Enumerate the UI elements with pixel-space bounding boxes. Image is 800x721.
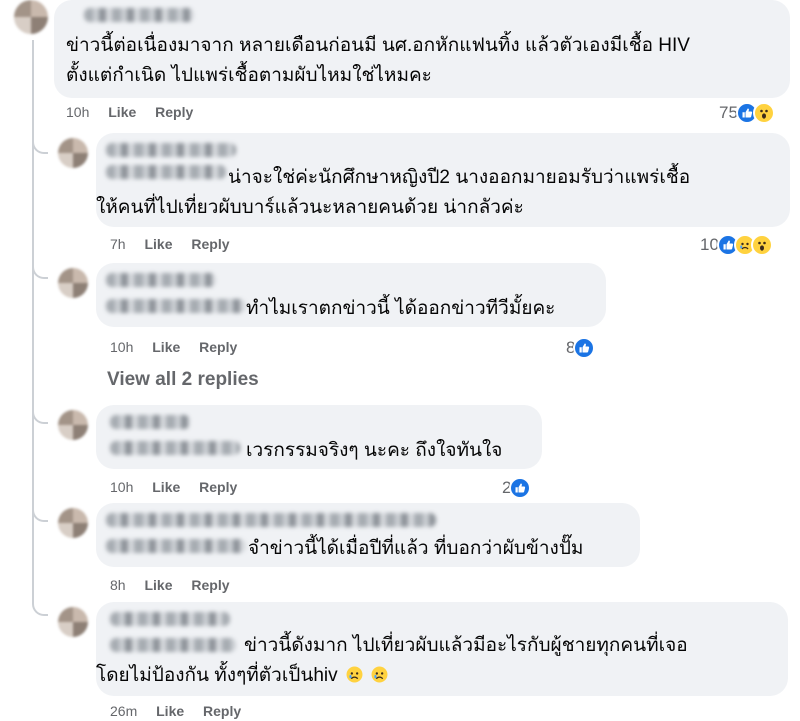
like-button[interactable]: Like <box>152 339 180 355</box>
reply-button[interactable]: Reply <box>203 703 241 719</box>
comment-text-line: ให้คนที่ไปเที่ยวผับบาร์แล้วนะหลายคนด้วย … <box>96 197 524 218</box>
comment-text-line: ข่าวนี้ดังมาก ไปเที่ยวผับแล้วมีอะไรกับผู… <box>244 635 688 656</box>
comment-actions: 10h Like Reply <box>110 479 252 495</box>
author-name-blurred[interactable] <box>84 8 194 22</box>
author-name-blurred[interactable] <box>106 165 226 179</box>
comment-time[interactable]: 7h <box>110 236 126 252</box>
thread-branch <box>32 255 48 279</box>
author-name-blurred[interactable] <box>106 143 236 157</box>
avatar[interactable] <box>58 268 88 298</box>
comment-text-line: ตั้งแต่กำเนิด ไปแพร่เชื้อตามผับไหมใช่ไหม… <box>66 65 432 86</box>
avatar[interactable] <box>58 508 88 538</box>
comment-bubble: น่าจะใช่ค่ะนักศึกษาหญิงปี2 นางออกมายอมรั… <box>96 133 790 227</box>
thread-branch <box>32 130 48 154</box>
reply-button[interactable]: Reply <box>199 339 237 355</box>
sad-face-emoji-icon <box>371 666 388 683</box>
reaction-summary[interactable]: 8 <box>566 336 596 360</box>
reply-button[interactable]: Reply <box>191 236 229 252</box>
comment-bubble: จำข่าวนี้ได้เมื่อปีที่แล้ว ที่บอกว่าผับข… <box>96 503 640 567</box>
comment-actions: 8h Like Reply <box>110 577 245 593</box>
like-button[interactable]: Like <box>108 104 136 120</box>
author-name-blurred[interactable] <box>106 299 246 313</box>
comment-time[interactable]: 10h <box>110 479 133 495</box>
comment-text-line: เวรกรรมจริงๆ นะคะ ถึงใจทันใจ <box>246 440 503 461</box>
comment-bubble: ทำไมเราตกข่าวนี้ ได้ออกข่าวทีวีมั้ยคะ <box>96 263 606 327</box>
reply-button[interactable]: Reply <box>199 479 237 495</box>
like-button[interactable]: Like <box>144 577 172 593</box>
comment-text-line: น่าจะใช่ค่ะนักศึกษาหญิงปี2 นางออกมายอมรั… <box>228 167 691 188</box>
thread-branch <box>32 498 48 522</box>
wow-reaction-icon <box>750 234 773 256</box>
author-name-blurred[interactable] <box>106 539 246 553</box>
author-name-blurred[interactable] <box>110 612 230 626</box>
thread-branch <box>32 592 48 616</box>
view-all-replies-link[interactable]: View all 2 replies <box>107 369 259 391</box>
like-button[interactable]: Like <box>144 236 172 252</box>
comment-text: โดยไม่ป้องกัน ทั้งๆที่ตัวเป็นhiv <box>96 665 338 686</box>
comment-text-line: จำข่าวนี้ได้เมื่อปีที่แล้ว ที่บอกว่าผับข… <box>248 538 584 559</box>
author-name-blurred[interactable] <box>110 638 236 652</box>
like-reaction-icon <box>573 337 596 359</box>
comment-bubble: เวรกรรมจริงๆ นะคะ ถึงใจทันใจ <box>96 405 542 469</box>
author-name-blurred[interactable] <box>106 273 216 287</box>
comment-actions: 26m Like Reply <box>110 703 256 719</box>
author-name-blurred[interactable] <box>110 415 190 429</box>
author-name-blurred[interactable] <box>110 441 240 455</box>
avatar[interactable] <box>58 410 88 440</box>
reaction-summary[interactable]: 10 <box>700 233 773 257</box>
avatar[interactable] <box>58 138 88 168</box>
like-button[interactable]: Like <box>152 479 180 495</box>
comment-text-line: ทำไมเราตกข่าวนี้ ได้ออกข่าวทีวีมั้ยคะ <box>246 298 556 319</box>
comment-text-line-with-emoji: โดยไม่ป้องกัน ทั้งๆที่ตัวเป็นhiv <box>96 660 388 691</box>
comment-time[interactable]: 10h <box>66 104 89 120</box>
thread-branch <box>32 400 48 424</box>
comment-actions: 7h Like Reply <box>110 236 245 252</box>
avatar[interactable] <box>58 607 88 637</box>
avatar[interactable] <box>14 0 48 34</box>
like-reaction-icon <box>509 477 532 499</box>
comment-bubble: ข่าวนี้ดังมาก ไปเที่ยวผับแล้วมีอะไรกับผู… <box>96 602 788 696</box>
comment-actions: 10h Like Reply <box>66 104 208 120</box>
comment-time[interactable]: 8h <box>110 577 126 593</box>
sad-face-emoji-icon <box>346 666 363 683</box>
wow-reaction-icon <box>752 102 775 124</box>
comment-text-line: ข่าวนี้ต่อเนื่องมาจาก หลายเดือนก่อนมี นศ… <box>66 35 690 56</box>
comment-bubble: ข่าวนี้ต่อเนื่องมาจาก หลายเดือนก่อนมี นศ… <box>54 0 790 98</box>
reply-button[interactable]: Reply <box>155 104 193 120</box>
reply-button[interactable]: Reply <box>191 577 229 593</box>
comment-time[interactable]: 10h <box>110 339 133 355</box>
reaction-summary[interactable]: 75 <box>719 101 775 125</box>
like-button[interactable]: Like <box>156 703 184 719</box>
comment-actions: 10h Like Reply <box>110 339 252 355</box>
author-name-blurred[interactable] <box>106 513 436 527</box>
reaction-summary[interactable]: 2 <box>502 476 532 500</box>
comment-time[interactable]: 26m <box>110 703 137 719</box>
